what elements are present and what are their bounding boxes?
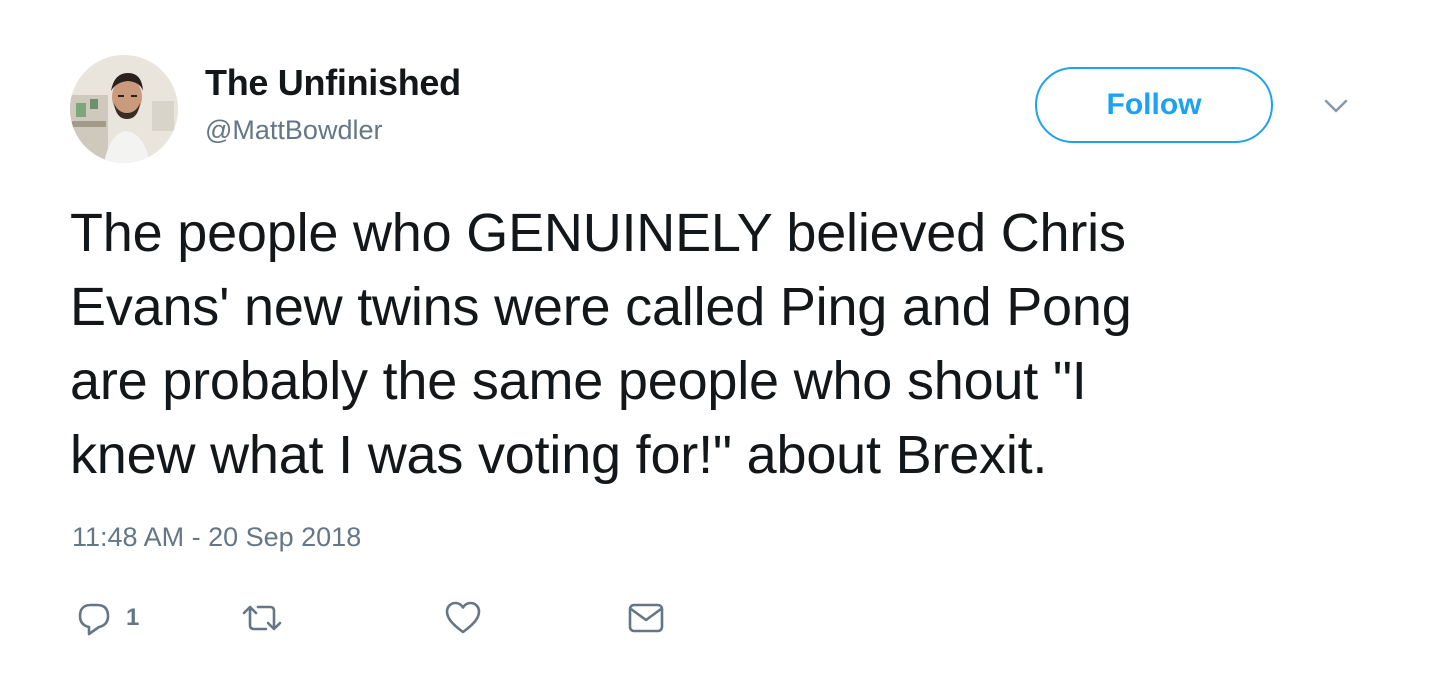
- reply-icon: [78, 603, 110, 636]
- tweet-text-line: knew what I was voting for!" about Brexi…: [70, 425, 1048, 485]
- reply-button[interactable]: 1: [76, 600, 139, 636]
- retweet-button[interactable]: [240, 600, 284, 636]
- retweet-icon: [242, 605, 282, 631]
- tweet-text: The people who GENUINELY believed Chris …: [70, 196, 1380, 492]
- direct-message-button[interactable]: [627, 600, 665, 636]
- author-handle[interactable]: @MattBowdler: [205, 115, 382, 146]
- heart-icon: [445, 601, 481, 634]
- tweet-text-line: The people who GENUINELY believed Chris: [70, 203, 1126, 263]
- tweet-text-line: are probably the same people who shout "…: [70, 351, 1087, 411]
- envelope-icon: [628, 603, 664, 633]
- reply-count: 1: [126, 604, 140, 631]
- follow-button[interactable]: Follow: [1035, 67, 1273, 143]
- author-avatar[interactable]: [70, 55, 178, 163]
- like-button[interactable]: [444, 600, 482, 636]
- author-display-name[interactable]: The Unfinished: [205, 62, 461, 104]
- tweet-timestamp[interactable]: 11:48 AM - 20 Sep 2018: [72, 522, 361, 553]
- tweet-text-line: Evans' new twins were called Ping and Po…: [70, 277, 1132, 337]
- avatar-image: [70, 55, 178, 163]
- tweet-card: The Unfinished @MattBowdler Follow The p…: [0, 0, 1440, 699]
- chevron-down-icon[interactable]: [1322, 96, 1350, 116]
